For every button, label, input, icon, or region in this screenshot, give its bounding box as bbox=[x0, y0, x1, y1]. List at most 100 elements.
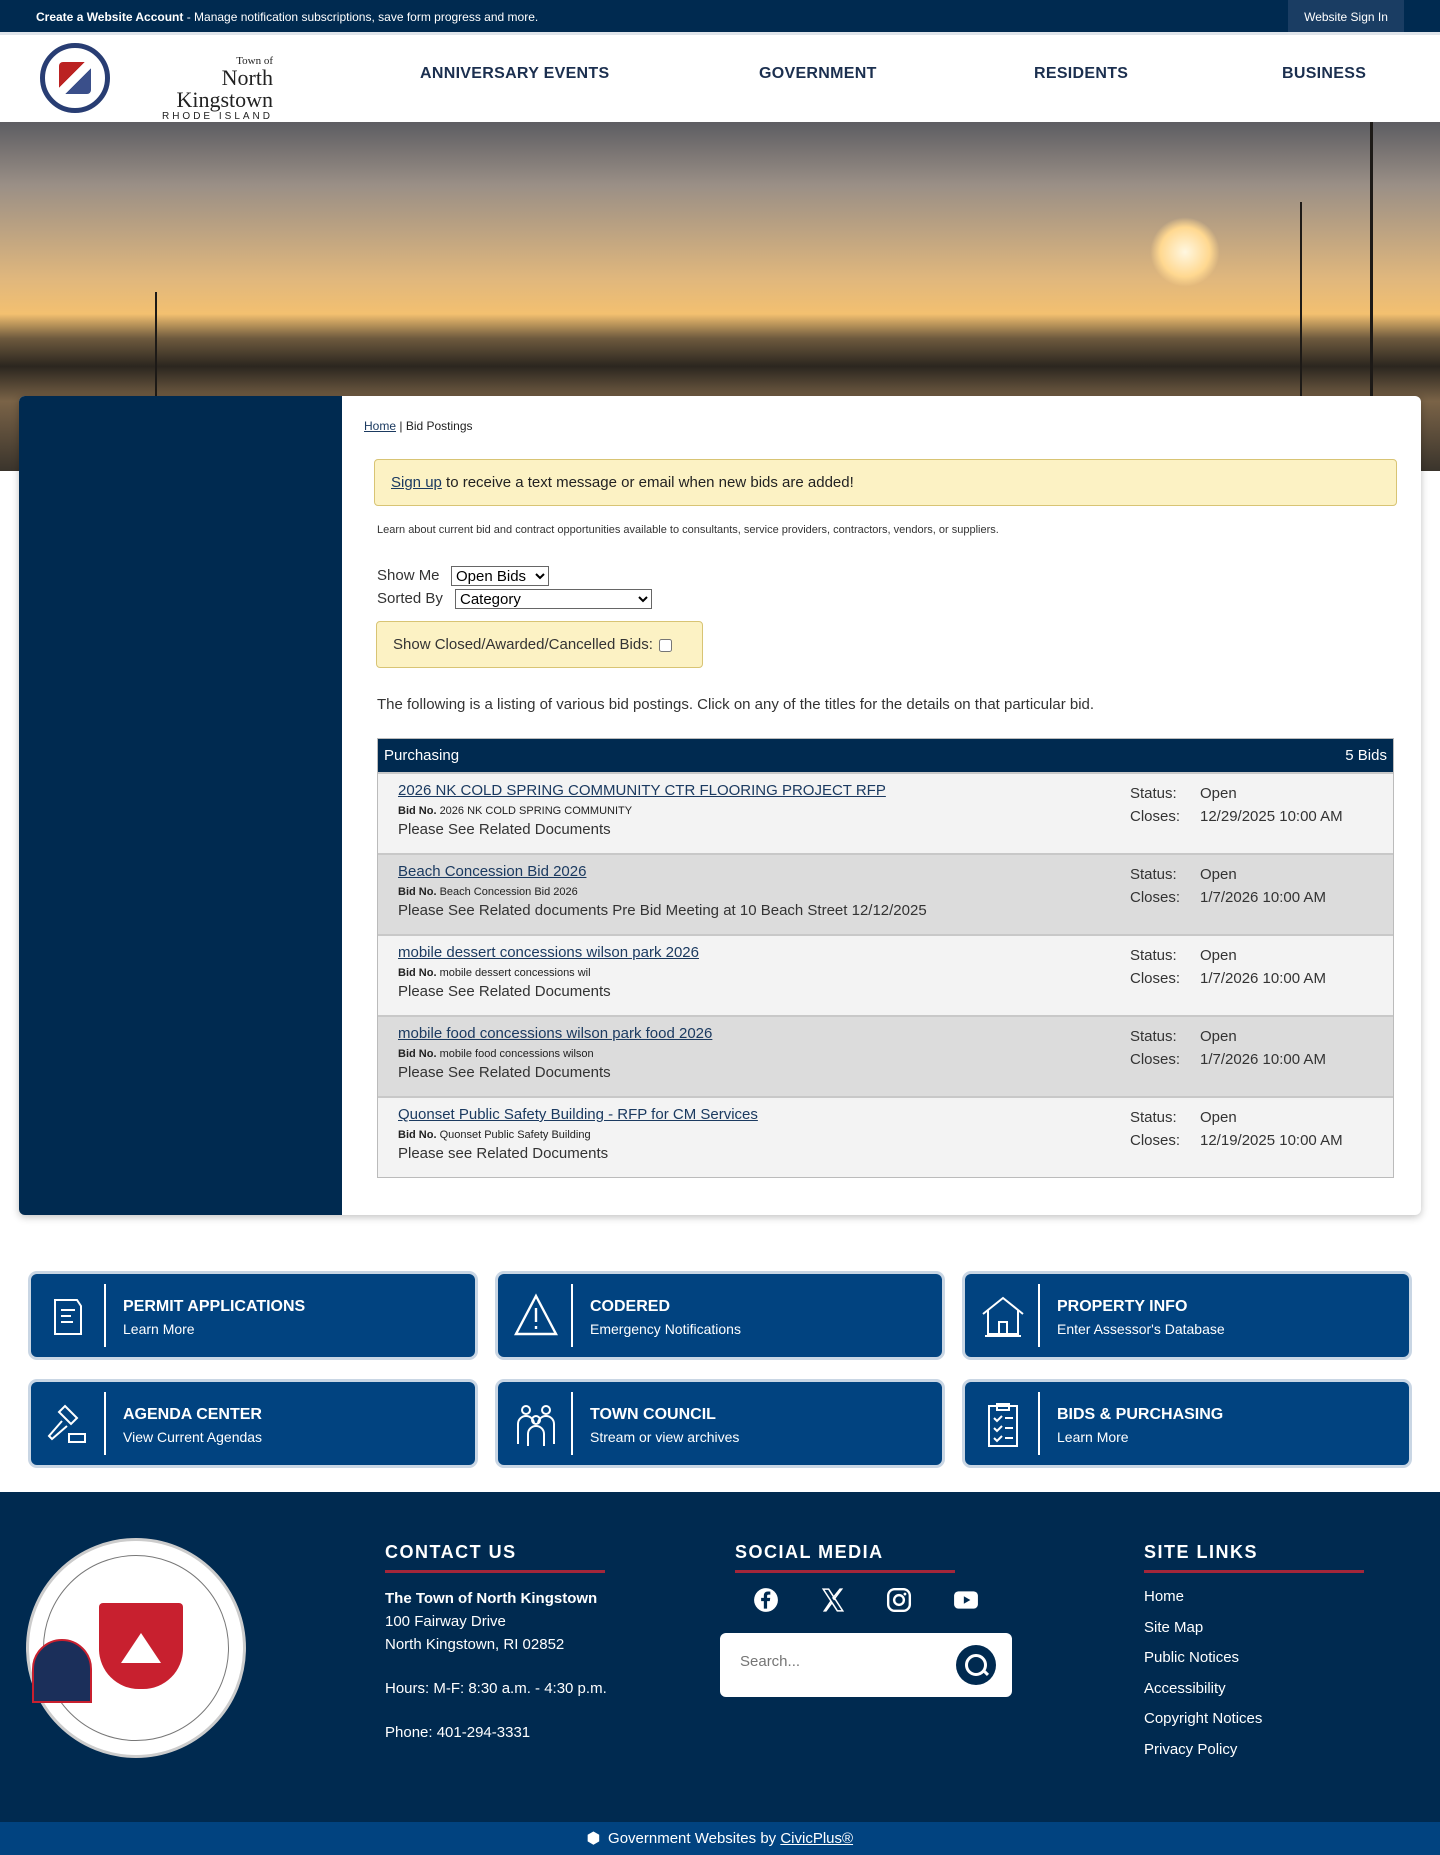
tile-subtitle: Stream or view archives bbox=[590, 1429, 740, 1445]
contact-org: The Town of North Kingstown bbox=[385, 1590, 598, 1607]
footer-link[interactable]: Site Map bbox=[1144, 1619, 1203, 1636]
instagram-icon[interactable] bbox=[886, 1587, 912, 1613]
quick-link-tile[interactable]: TOWN COUNCIL Stream or view archives bbox=[498, 1382, 942, 1465]
bid-labels: Status: Closes: bbox=[1130, 1106, 1180, 1152]
house-icon bbox=[982, 1296, 1024, 1337]
contact-address-2: North Kingstown, RI 02852 bbox=[385, 1636, 565, 1653]
bid-values: Open 1/7/2026 10:00 AM bbox=[1200, 1025, 1326, 1071]
bid-no-label: Bid No. bbox=[398, 886, 437, 898]
sorted-by-select[interactable]: Category bbox=[455, 589, 652, 609]
footer-search bbox=[720, 1633, 1012, 1697]
closes-label: Closes: bbox=[1130, 1051, 1181, 1068]
bid-table: Purchasing 5 Bids 2026 NK COLD SPRING COM… bbox=[377, 738, 1394, 1178]
tile-subtitle: Emergency Notifications bbox=[590, 1321, 741, 1337]
bid-no-label: Bid No. bbox=[398, 967, 437, 979]
status-value: Open bbox=[1200, 785, 1237, 802]
search-button[interactable] bbox=[956, 1645, 996, 1685]
closes-label: Closes: bbox=[1130, 1132, 1181, 1149]
boat-mast bbox=[1300, 202, 1302, 422]
contact-hours: Hours: M-F: 8:30 a.m. - 4:30 p.m. bbox=[385, 1680, 607, 1697]
status-value: Open bbox=[1200, 947, 1237, 964]
content-card: Home | Bid Postings Sign up to receive a… bbox=[19, 396, 1421, 1215]
tile-divider bbox=[104, 1392, 106, 1455]
contact-phone: Phone: 401-294-3331 bbox=[385, 1724, 531, 1741]
closes-value: 12/19/2025 10:00 AM bbox=[1200, 1132, 1343, 1149]
bid-no-label: Bid No. bbox=[398, 1129, 437, 1141]
create-account-link[interactable]: Create a Website Account - Manage notifi… bbox=[36, 10, 538, 24]
bid-values: Open 1/7/2026 10:00 AM bbox=[1200, 944, 1326, 990]
bid-values: Open 1/7/2026 10:00 AM bbox=[1200, 863, 1326, 909]
bid-no-label: Bid No. bbox=[398, 805, 437, 817]
closes-value: 1/7/2026 10:00 AM bbox=[1200, 1051, 1326, 1068]
facebook-icon[interactable] bbox=[753, 1587, 779, 1613]
status-value: Open bbox=[1200, 1028, 1237, 1045]
tile-subtitle: Learn More bbox=[1057, 1429, 1129, 1445]
quick-link-tile[interactable]: AGENDA CENTER View Current Agendas bbox=[31, 1382, 475, 1465]
quick-link-tile[interactable]: PROPERTY INFO Enter Assessor's Database bbox=[965, 1274, 1409, 1357]
show-me-label: Show Me bbox=[377, 567, 440, 584]
nav-business[interactable]: BUSINESS bbox=[1282, 65, 1366, 83]
bid-values: Open 12/29/2025 10:00 AM bbox=[1200, 782, 1343, 828]
sign-up-link[interactable]: Sign up bbox=[391, 474, 442, 491]
tile-title: CODERED bbox=[590, 1298, 671, 1315]
nav-government[interactable]: GOVERNMENT bbox=[759, 65, 877, 83]
bid-labels: Status: Closes: bbox=[1130, 1025, 1180, 1071]
tile-title: BIDS & PURCHASING bbox=[1057, 1406, 1224, 1423]
quick-link-tile[interactable]: CODERED Emergency Notifications bbox=[498, 1274, 942, 1357]
tile-title: AGENDA CENTER bbox=[123, 1406, 262, 1423]
tile-divider bbox=[104, 1284, 106, 1347]
social-heading: SOCIAL MEDIA bbox=[735, 1542, 884, 1562]
show-me-select[interactable]: Open Bids bbox=[451, 566, 549, 586]
closes-label: Closes: bbox=[1130, 970, 1181, 987]
town-seal-logo[interactable] bbox=[40, 43, 110, 113]
people-icon bbox=[517, 1405, 555, 1446]
status-value: Open bbox=[1200, 866, 1237, 883]
heading-underline bbox=[1144, 1570, 1364, 1573]
status-value: Open bbox=[1200, 1109, 1237, 1126]
quick-link-tile[interactable]: BIDS & PURCHASING Learn More bbox=[965, 1382, 1409, 1465]
footer-link[interactable]: Public Notices bbox=[1144, 1649, 1239, 1666]
search-input[interactable] bbox=[740, 1653, 940, 1670]
status-label: Status: bbox=[1130, 866, 1177, 883]
nav-residents[interactable]: RESIDENTS bbox=[1034, 65, 1128, 83]
show-closed-checkbox[interactable] bbox=[658, 638, 672, 652]
footer-link[interactable]: Privacy Policy bbox=[1144, 1741, 1237, 1758]
footer-link[interactable]: Accessibility bbox=[1144, 1680, 1226, 1697]
heading-underline bbox=[385, 1570, 605, 1573]
tile-divider bbox=[1038, 1284, 1040, 1347]
breadcrumb-home[interactable]: Home bbox=[364, 419, 396, 433]
website-sign-in-button[interactable]: Website Sign In bbox=[1288, 0, 1404, 32]
bid-no-value: Beach Concession Bid 2026 bbox=[439, 886, 578, 898]
town-logo-text[interactable]: Town of North Kingstown RHODE ISLAND bbox=[128, 55, 273, 122]
closes-value: 1/7/2026 10:00 AM bbox=[1200, 889, 1326, 906]
footer-link[interactable]: Home bbox=[1144, 1588, 1184, 1605]
permit-icon bbox=[54, 1299, 82, 1335]
site-header: Town of North Kingstown RHODE ISLAND ANN… bbox=[0, 35, 1440, 122]
x-icon[interactable] bbox=[820, 1587, 846, 1613]
closes-value: 12/29/2025 10:00 AM bbox=[1200, 808, 1343, 825]
page-description: Learn about current bid and contract opp… bbox=[377, 524, 999, 536]
signup-alert: Sign up to receive a text message or ema… bbox=[374, 459, 1397, 506]
tile-divider bbox=[571, 1284, 573, 1347]
footer-link[interactable]: Copyright Notices bbox=[1144, 1710, 1262, 1727]
nav-anniversary-events[interactable]: ANNIVERSARY EVENTS bbox=[420, 65, 609, 83]
footer: CONTACT US The Town of North Kingstown 1… bbox=[0, 1492, 1440, 1822]
bid-row: 2026 NK COLD SPRING COMMUNITY CTR FLOORI… bbox=[378, 772, 1393, 853]
bid-row: mobile food concessions wilson park food… bbox=[378, 1015, 1393, 1096]
wwii-heritage-city-seal bbox=[26, 1538, 246, 1758]
tile-divider bbox=[1038, 1392, 1040, 1455]
youtube-icon[interactable] bbox=[953, 1587, 979, 1613]
bid-labels: Status: Closes: bbox=[1130, 863, 1180, 909]
breadcrumb-separator: | bbox=[399, 419, 403, 433]
logo-state: RHODE ISLAND bbox=[161, 111, 273, 122]
sun bbox=[1150, 217, 1220, 287]
bottom-text: Government Websites by bbox=[608, 1830, 781, 1847]
closes-value: 1/7/2026 10:00 AM bbox=[1200, 970, 1326, 987]
tile-subtitle: View Current Agendas bbox=[123, 1429, 263, 1445]
closes-label: Closes: bbox=[1130, 808, 1181, 825]
warning-icon bbox=[514, 1293, 558, 1336]
quick-link-tile[interactable]: PERMIT APPLICATIONS Learn More bbox=[31, 1274, 475, 1357]
civicplus-bar: ⬢ Government Websites by CivicPlus® bbox=[0, 1822, 1440, 1855]
status-label: Status: bbox=[1130, 785, 1177, 802]
civicplus-link[interactable]: CivicPlus® bbox=[780, 1830, 853, 1847]
